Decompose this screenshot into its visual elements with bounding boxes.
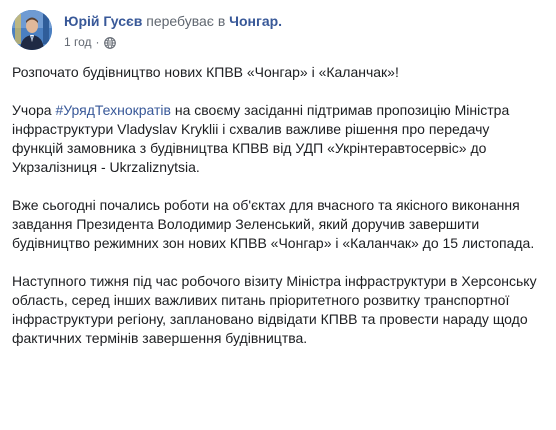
globe-icon[interactable] xyxy=(103,34,116,50)
location-link[interactable]: Чонгар. xyxy=(229,13,282,29)
avatar[interactable] xyxy=(12,10,52,50)
paragraph-text: Учора xyxy=(12,102,56,118)
meta-line: 1 год · xyxy=(64,34,544,50)
avatar-photo xyxy=(12,10,52,50)
post-paragraph-2: Учора #УрядТехнократів на своєму засідан… xyxy=(12,101,542,177)
header-verb: перебуває в xyxy=(146,13,226,29)
separator-dot: · xyxy=(95,35,100,49)
post-header: Юрій Гусєв перебуває в Чонгар. 1 год · xyxy=(12,10,544,54)
post-paragraph-3: Вже сьогодні почались роботи на об'єктах… xyxy=(12,197,535,251)
hashtag-link[interactable]: #УрядТехнократів xyxy=(55,102,171,118)
author-name-link[interactable]: Юрій Гусєв xyxy=(64,13,142,29)
header-text: Юрій Гусєв перебуває в Чонгар. 1 год · xyxy=(64,12,544,50)
post-paragraph-1: Розпочато будівництво нових КПВВ «Чонгар… xyxy=(12,64,399,80)
post-body: Розпочато будівництво нових КПВВ «Чонгар… xyxy=(12,63,542,367)
timestamp-link[interactable]: 1 год xyxy=(64,34,92,50)
post-paragraph-4: Наступного тижня під час робочого візиту… xyxy=(12,273,537,346)
header-line: Юрій Гусєв перебуває в Чонгар. xyxy=(64,12,544,30)
